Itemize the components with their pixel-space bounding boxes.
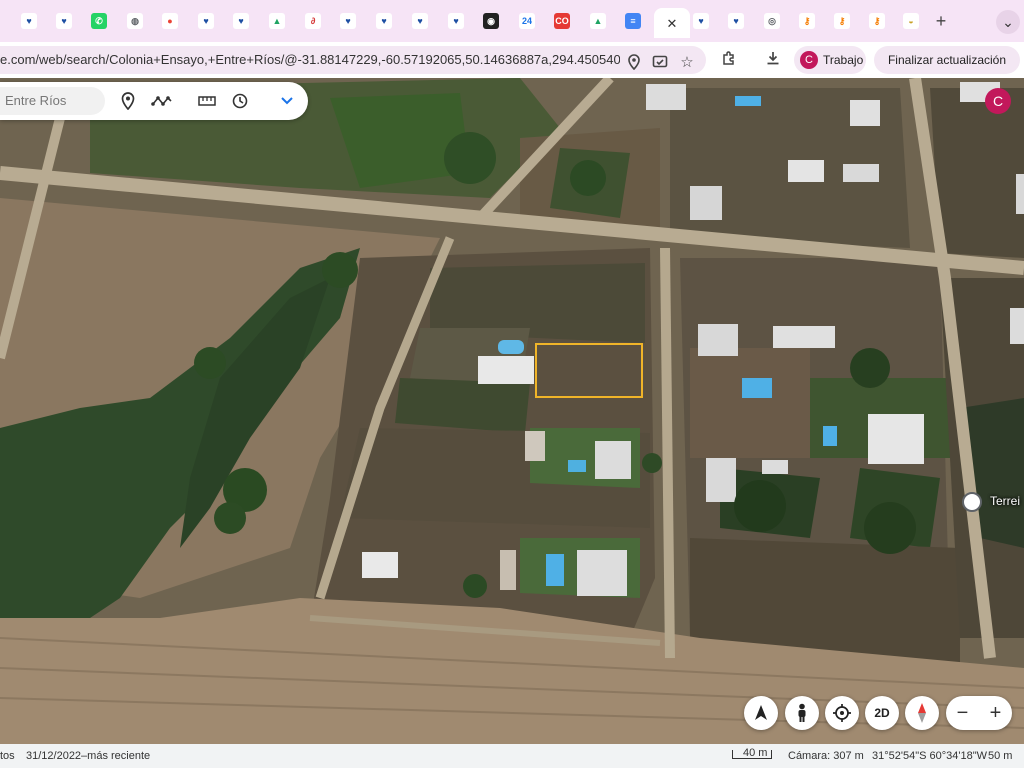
cursor-elevation: 50 m xyxy=(988,750,1013,762)
satellite-imagery xyxy=(0,78,1024,744)
tab-calendar[interactable]: 24 xyxy=(516,10,538,32)
remax-icon: ♥ xyxy=(448,13,464,29)
co-icon: CO xyxy=(554,13,570,29)
browser-toolbar: e.com/web/search/Colonia+Ensayo,+Entre+R… xyxy=(0,42,1024,78)
ruler-icon[interactable] xyxy=(197,91,217,111)
place-marker-icon[interactable] xyxy=(118,91,138,111)
history-icon[interactable] xyxy=(230,91,250,111)
globe-icon: ◍ xyxy=(127,13,143,29)
tab-strip: ♥ ♥ ✆ ◍ ● ♥ ♥ ▲ ∂ ♥ ♥ ♥ ♥ ◉ 24 CO ▲ ≡ ✕ ♥ ♥ ◎ ⚷ ⚷ ⚷ ◒ + ⌄ xyxy=(0,0,1024,42)
remax-icon: ♥ xyxy=(376,13,392,29)
scale-bar xyxy=(732,750,772,759)
earth-icon: ◒ xyxy=(903,13,919,29)
compass-icon[interactable] xyxy=(905,696,939,730)
tab-search-button[interactable]: ⌄ xyxy=(996,10,1020,34)
tab-record[interactable]: ◉ xyxy=(480,10,502,32)
zoom-control: − + xyxy=(946,696,1012,730)
tab-remax[interactable]: ♥ xyxy=(445,10,467,32)
zoom-out-button[interactable]: − xyxy=(946,696,979,730)
tab-remax[interactable]: ♥ xyxy=(409,10,431,32)
key-icon: ⚷ xyxy=(869,13,885,29)
tab-remax[interactable]: ♥ xyxy=(230,10,252,32)
bookmark-star-icon[interactable]: ☆ xyxy=(677,52,697,72)
imagery-date: 31/12/2022–más reciente xyxy=(26,750,151,762)
remax-icon: ♥ xyxy=(198,13,214,29)
remax-icon: ♥ xyxy=(56,13,72,29)
key-icon: ⚷ xyxy=(799,13,815,29)
download-icon[interactable] xyxy=(763,48,783,68)
satellite-map[interactable]: Entre Ríos C Terrei 2D − + xyxy=(0,78,1024,744)
new-tab-button[interactable]: + xyxy=(930,10,952,32)
remax-icon: ♥ xyxy=(233,13,249,29)
calendar-icon: 24 xyxy=(519,13,535,29)
tab-remax[interactable]: ♥ xyxy=(195,10,217,32)
profile-avatar: C xyxy=(800,51,818,69)
cursor-coordinates: 31°52'54"S 60°34'18"W xyxy=(872,750,987,762)
remax-icon: ♥ xyxy=(728,13,744,29)
remax-icon: ♥ xyxy=(693,13,709,29)
tab-remax[interactable]: ♥ xyxy=(337,10,359,32)
docs-icon: ≡ xyxy=(625,13,641,29)
omnibox[interactable]: e.com/web/search/Colonia+Ensayo,+Entre+R… xyxy=(0,46,706,74)
toggle-2d-button[interactable]: 2D xyxy=(865,696,899,730)
remax-icon: ♥ xyxy=(340,13,356,29)
record-icon: ◉ xyxy=(483,13,499,29)
pegman-icon[interactable] xyxy=(785,696,819,730)
my-location-button[interactable] xyxy=(825,696,859,730)
drive-icon: ▲ xyxy=(269,13,285,29)
tab-co[interactable]: CO xyxy=(551,10,573,32)
route-path-icon[interactable] xyxy=(150,91,174,111)
tab-remax[interactable]: ♥ xyxy=(373,10,395,32)
tab-link[interactable]: ∂ xyxy=(302,10,324,32)
tab-whatsapp[interactable]: ✆ xyxy=(88,10,110,32)
tab-key[interactable]: ⚷ xyxy=(796,10,818,32)
remax-icon: ♥ xyxy=(21,13,37,29)
zoom-in-button[interactable]: + xyxy=(979,696,1012,730)
maps-icon: ● xyxy=(162,13,178,29)
profile-label: Trabajo xyxy=(823,53,864,67)
key-icon: ⚷ xyxy=(834,13,850,29)
tab-docs[interactable]: ≡ xyxy=(622,10,644,32)
update-label: Finalizar actualización xyxy=(887,53,1007,67)
data-attribution-link[interactable]: tos xyxy=(0,750,15,762)
link-icon: ∂ xyxy=(305,13,321,29)
poi-marker-icon[interactable] xyxy=(962,492,982,512)
cast-icon[interactable] xyxy=(650,52,670,72)
url-text[interactable]: e.com/web/search/Colonia+Ensayo,+Entre+R… xyxy=(0,52,620,67)
search-input[interactable]: Entre Ríos xyxy=(0,87,105,115)
search-bar: Entre Ríos xyxy=(0,82,308,120)
status-bar: tos 31/12/2022–más reciente 40 m Cámara:… xyxy=(0,744,1024,768)
camera-altitude: Cámara: 307 m xyxy=(788,750,864,762)
tab-close-button[interactable]: ✕ xyxy=(654,8,690,38)
tab-maps[interactable]: ● xyxy=(159,10,181,32)
tab-drive[interactable]: ▲ xyxy=(587,10,609,32)
account-avatar[interactable]: C xyxy=(985,88,1011,114)
tab-chrome[interactable]: ◎ xyxy=(761,10,783,32)
profile-button[interactable]: C Trabajo xyxy=(794,46,866,74)
close-icon: ✕ xyxy=(666,15,678,31)
chrome-icon: ◎ xyxy=(764,13,780,29)
extensions-icon[interactable] xyxy=(719,48,739,68)
tab-remax[interactable]: ♥ xyxy=(690,10,712,32)
tab-key[interactable]: ⚷ xyxy=(866,10,888,32)
tab-remax[interactable]: ♥ xyxy=(18,10,40,32)
expand-chevron-icon[interactable] xyxy=(277,91,297,111)
update-button[interactable]: Finalizar actualización xyxy=(874,46,1020,74)
tab-earth[interactable]: ◒ xyxy=(900,10,922,32)
remax-icon: ♥ xyxy=(412,13,428,29)
poi-label[interactable]: Terrei xyxy=(990,494,1020,508)
tab-drive[interactable]: ▲ xyxy=(266,10,288,32)
location-icon[interactable] xyxy=(624,52,644,72)
compass-north-button[interactable] xyxy=(744,696,778,730)
tab-key[interactable]: ⚷ xyxy=(831,10,853,32)
tab-remax[interactable]: ♥ xyxy=(53,10,75,32)
whatsapp-icon: ✆ xyxy=(91,13,107,29)
tab-globe[interactable]: ◍ xyxy=(124,10,146,32)
drive-icon: ▲ xyxy=(590,13,606,29)
tab-remax[interactable]: ♥ xyxy=(725,10,747,32)
